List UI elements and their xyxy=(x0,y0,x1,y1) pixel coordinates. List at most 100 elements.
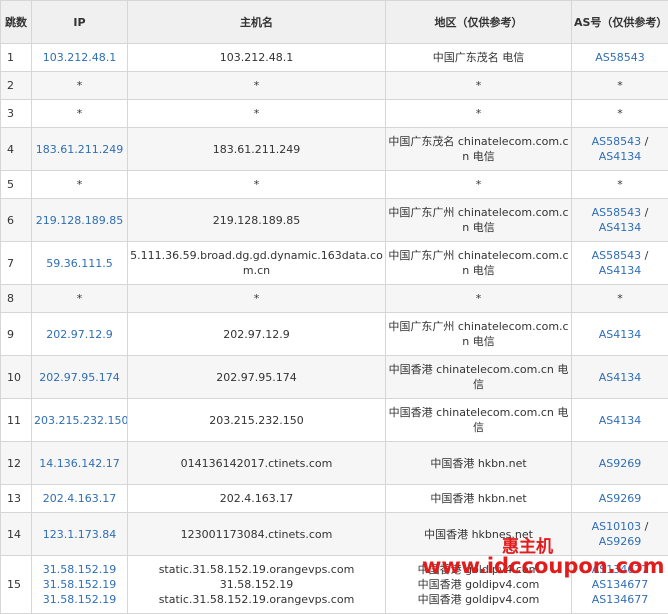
as-link[interactable]: AS9269 xyxy=(599,535,642,548)
host-cell: 183.61.211.249 xyxy=(127,127,386,171)
table-row: 1 103.212.48.1 103.212.48.1 中国广东茂名 电信 AS5854… xyxy=(0,43,668,72)
hostname-text: static.31.58.152.19.orangevps.com xyxy=(158,563,355,576)
hostname-text: 5.111.36.59.broad.dg.gd.dynamic.163data.… xyxy=(130,249,383,277)
hop-cell: 6 xyxy=(0,198,32,242)
ip-link[interactable]: 219.128.189.85 xyxy=(34,213,125,228)
as-link[interactable]: AS58543 xyxy=(592,249,642,262)
ip-link[interactable]: 31.58.152.19 xyxy=(34,577,125,592)
ip-link[interactable]: 202.4.163.17 xyxy=(34,491,125,506)
as-cell: AS58543 / AS4134 xyxy=(571,198,668,242)
ip-cell: 202.97.12.9 xyxy=(31,312,128,356)
hostname-text: * xyxy=(253,79,260,92)
as-link[interactable]: AS58543 xyxy=(592,206,642,219)
as-cell: AS134677 AS134677 AS134677 xyxy=(571,555,668,614)
host-cell: 219.128.189.85 xyxy=(127,198,386,242)
host-cell: * xyxy=(127,99,386,128)
region-cell: 中国香港 chinatelecom.com.cn 电信 xyxy=(385,398,572,442)
ip-link[interactable]: 103.212.48.1 xyxy=(34,50,125,65)
as-unknown: * xyxy=(617,178,623,191)
hostname-text: 123001173084.ctinets.com xyxy=(180,527,333,541)
hostname-text: 31.58.152.19 xyxy=(219,578,294,591)
as-link[interactable]: AS4134 xyxy=(599,221,642,234)
region-cell: 中国香港 chinatelecom.com.cn 电信 xyxy=(385,355,572,399)
header-host: 主机名 xyxy=(127,0,386,44)
as-link[interactable]: AS4134 xyxy=(599,328,642,341)
hop-cell: 15 xyxy=(0,555,32,614)
as-link[interactable]: AS9269 xyxy=(599,492,642,505)
as-link[interactable]: AS4134 xyxy=(599,150,642,163)
as-link[interactable]: AS58543 xyxy=(592,135,642,148)
ip-cell: 183.61.211.249 xyxy=(31,127,128,171)
region-cell: * xyxy=(385,284,572,313)
hostname-text: * xyxy=(253,107,260,120)
ip-link[interactable]: 183.61.211.249 xyxy=(34,142,125,157)
region-text: 中国香港 goldipv4.com xyxy=(417,563,540,576)
traceroute-table: 跳数 IP 主机名 地区（仅供参考） AS号（仅供参考） 1 103.212.48… xyxy=(0,0,668,614)
as-cell: AS10103 / AS9269 xyxy=(571,512,668,556)
region-text: 中国香港 hkbn.net xyxy=(430,492,527,505)
hostname-text: * xyxy=(253,292,260,305)
hostname-text: 103.212.48.1 xyxy=(219,51,294,64)
ip-link[interactable]: 123.1.173.84 xyxy=(34,527,125,542)
host-cell: 014136142017.ctinets.com xyxy=(127,441,386,485)
as-cell: AS58543 xyxy=(571,43,668,72)
ip-link[interactable]: 14.136.142.17 xyxy=(34,456,125,471)
region-cell: * xyxy=(385,170,572,199)
table-row: 9 202.97.12.9 202.97.12.9 中国广东广州 chinatelec… xyxy=(0,312,668,356)
table-row: 6 219.128.189.85 219.128.189.85 中国广东广州 chin… xyxy=(0,198,668,242)
hostname-text: * xyxy=(253,178,260,191)
hop-cell: 2 xyxy=(0,71,32,100)
ip-cell: 202.97.95.174 xyxy=(31,355,128,399)
table-row: 7 59.36.111.5 5.111.36.59.broad.dg.gd.dyna… xyxy=(0,241,668,285)
hop-cell: 8 xyxy=(0,284,32,313)
hostname-text: 183.61.211.249 xyxy=(212,142,301,156)
hop-cell: 12 xyxy=(0,441,32,485)
as-cell: AS9269 xyxy=(571,484,668,513)
as-link[interactable]: AS10103 xyxy=(592,520,642,533)
region-cell: 中国香港 hkbn.net xyxy=(385,441,572,485)
ip-link[interactable]: 203.215.232.150 xyxy=(34,413,127,428)
ip-link[interactable]: 31.58.152.19 xyxy=(34,592,125,607)
ip-link[interactable]: 202.97.95.174 xyxy=(34,370,125,385)
region-text: * xyxy=(475,79,482,92)
ip-unknown: * xyxy=(76,107,83,120)
as-separator: / xyxy=(641,135,649,148)
as-link[interactable]: AS4134 xyxy=(599,371,642,384)
region-text: 中国香港 chinatelecom.com.cn 电信 xyxy=(388,406,569,434)
as-link[interactable]: AS134677 xyxy=(574,577,666,592)
ip-link[interactable]: 59.36.111.5 xyxy=(34,256,125,271)
region-text: 中国广东广州 chinatelecom.com.cn 电信 xyxy=(388,320,569,348)
ip-cell: 203.215.232.150 xyxy=(31,398,128,442)
region-cell: 中国广东广州 chinatelecom.com.cn 电信 xyxy=(385,312,572,356)
hop-cell: 4 xyxy=(0,127,32,171)
header-row: 跳数 IP 主机名 地区（仅供参考） AS号（仅供参考） xyxy=(0,0,668,44)
ip-cell: 219.128.189.85 xyxy=(31,198,128,242)
as-unknown: * xyxy=(617,292,623,305)
region-cell: 中国广东茂名 chinatelecom.com.cn 电信 xyxy=(385,127,572,171)
table-row: 10 202.97.95.174 202.97.95.174 中国香港 chinate… xyxy=(0,355,668,399)
ip-cell: 31.58.152.19 31.58.152.19 31.58.152.19 xyxy=(31,555,128,614)
as-link[interactable]: AS134677 xyxy=(574,592,666,607)
host-cell: 5.111.36.59.broad.dg.gd.dynamic.163data.… xyxy=(127,241,386,285)
host-cell: * xyxy=(127,170,386,199)
as-link[interactable]: AS4134 xyxy=(599,414,642,427)
ip-cell: 14.136.142.17 xyxy=(31,441,128,485)
as-separator: / xyxy=(641,520,649,533)
ip-link[interactable]: 31.58.152.19 xyxy=(34,562,125,577)
host-cell: 103.212.48.1 xyxy=(127,43,386,72)
as-link[interactable]: AS58543 xyxy=(595,51,645,64)
as-link[interactable]: AS134677 xyxy=(574,562,666,577)
region-text: 中国香港 hkbn.net xyxy=(430,456,527,470)
hop-cell: 1 xyxy=(0,43,32,72)
ip-link[interactable]: 202.97.12.9 xyxy=(34,327,125,342)
region-text: * xyxy=(475,292,482,305)
as-cell: * xyxy=(571,284,668,313)
hop-cell: 3 xyxy=(0,99,32,128)
region-text: 中国香港 goldipv4.com xyxy=(417,593,540,606)
ip-cell: * xyxy=(31,99,128,128)
as-cell: AS4134 xyxy=(571,355,668,399)
as-link[interactable]: AS4134 xyxy=(599,264,642,277)
hop-cell: 5 xyxy=(0,170,32,199)
ip-cell: * xyxy=(31,170,128,199)
as-link[interactable]: AS9269 xyxy=(599,457,642,470)
